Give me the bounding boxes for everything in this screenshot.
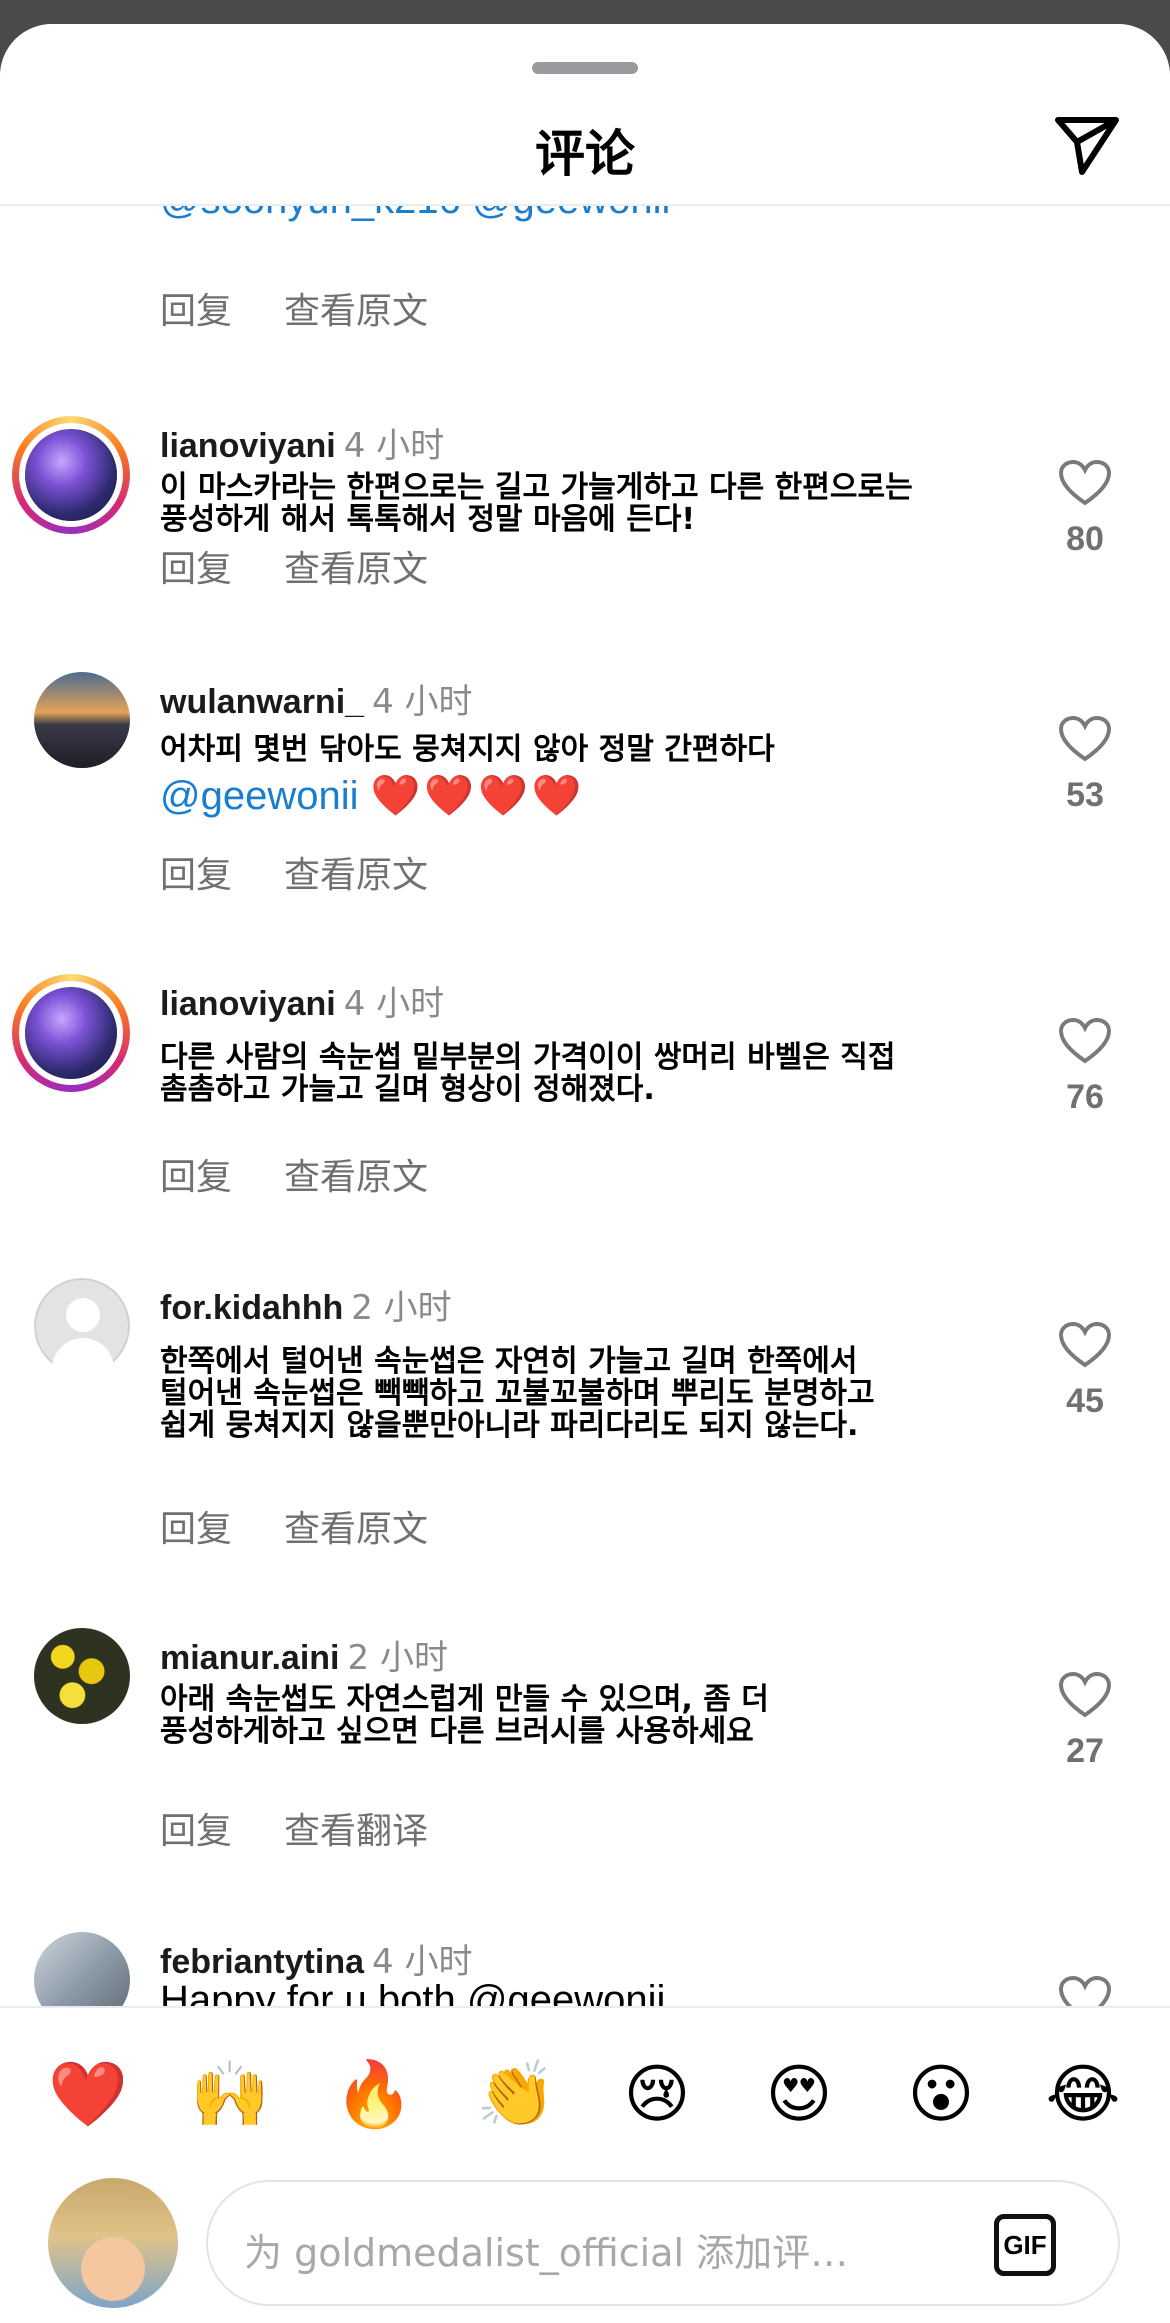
comment-actions: 回复 查看原文 — [160, 1148, 480, 1200]
like-count: 76 — [1066, 1078, 1104, 1116]
username[interactable]: lianoviyani — [160, 427, 336, 465]
gif-button[interactable]: GIF — [994, 2214, 1056, 2276]
comment-meta: mianur.aini 2 小时 — [160, 1630, 448, 1679]
timestamp: 4 小时 — [372, 1942, 473, 1982]
comment-actions: 回复 查看原文 — [160, 282, 480, 334]
current-user-avatar[interactable] — [48, 2178, 178, 2308]
avatar[interactable] — [34, 672, 130, 768]
emoji-fire-button[interactable]: 🔥 — [334, 2056, 414, 2134]
mention-link[interactable]: @soonyun_k216 @geewonii — [160, 206, 670, 223]
reply-button[interactable]: 回复 — [160, 1811, 232, 1852]
reply-button[interactable]: 回复 — [160, 855, 232, 896]
like-button[interactable] — [1055, 1976, 1115, 2006]
reply-button[interactable]: 回复 — [160, 1509, 232, 1550]
reply-button[interactable]: 回复 — [160, 549, 232, 590]
emoji-clap-button[interactable]: 👏 — [476, 2056, 556, 2134]
comment-composer: 为 goldmedalist_official 添加评… GIF — [0, 2166, 1170, 2323]
comment-input-placeholder: 为 goldmedalist_official 添加评… — [244, 2231, 849, 2275]
heart-icon — [1059, 460, 1111, 506]
view-translation-button[interactable]: 查看翻译 — [284, 1811, 428, 1852]
username[interactable]: febriantytina — [160, 1943, 364, 1981]
emoji-heart-button[interactable]: ❤️ — [48, 2056, 128, 2134]
comment-actions: 回复 查看翻译 — [160, 1802, 480, 1854]
avatar[interactable] — [34, 1278, 130, 1374]
header: 评论 — [0, 24, 1170, 206]
username[interactable]: wulanwarni_ — [160, 683, 364, 721]
emoji-heart-eyes-button[interactable]: 😍 — [760, 2056, 838, 2134]
comments-sheet: 评论 @soonyun_k216 @geewonii 回复查看原文 lianov… — [0, 24, 1170, 2323]
username[interactable]: for.kidahhh — [160, 1289, 343, 1327]
comment-actions: 回复 查看原文 — [160, 846, 480, 898]
timestamp: 2 小时 — [347, 1638, 448, 1678]
timestamp: 4 小时 — [343, 984, 445, 1024]
drag-handle[interactable] — [532, 62, 638, 74]
comment-input[interactable]: 为 goldmedalist_official 添加评… GIF — [206, 2180, 1120, 2306]
comment-actions: 回复 查看原文 — [160, 540, 480, 592]
username[interactable]: mianur.aini — [160, 1639, 340, 1677]
emoji-raised-hands-button[interactable]: 🙌 — [190, 2056, 270, 2134]
page-title: 评论 — [535, 125, 635, 183]
comment-text: 어차피 몇번 닦아도 뭉쳐지지 않아 정말 간편하다 — [160, 732, 775, 767]
comment-meta: wulanwarni_ 4 小时 — [160, 674, 473, 723]
comment-mention-line: @geewonii ❤️❤️❤️❤️ — [160, 772, 586, 819]
comment-actions: 回复 查看原文 — [160, 1500, 480, 1552]
heart-emojis: ❤️❤️❤️❤️ — [370, 774, 586, 818]
like-count: 27 — [1066, 1732, 1104, 1770]
heart-icon — [1059, 1976, 1111, 2006]
heart-icon — [1059, 716, 1111, 762]
view-original-button[interactable]: 查看原文 — [284, 1509, 428, 1550]
comment-list[interactable]: @soonyun_k216 @geewonii 回复查看原文 lianoviya… — [0, 206, 1170, 2006]
like-button[interactable]: 76 — [1055, 1018, 1115, 1117]
view-original-button[interactable]: 查看原文 — [284, 1157, 428, 1198]
comment-meta: lianoviyani 4 小时 — [160, 976, 444, 1025]
heart-icon — [1059, 1018, 1111, 1064]
like-count: 80 — [1066, 520, 1104, 558]
avatar[interactable] — [34, 1628, 130, 1724]
timestamp: 4 小时 — [343, 426, 445, 466]
view-original-button[interactable]: 查看原文 — [284, 855, 428, 896]
emoji-surprised-button[interactable]: 😮 — [902, 2056, 980, 2134]
heart-icon — [1059, 1322, 1111, 1368]
like-count: 45 — [1066, 1382, 1104, 1420]
like-button[interactable]: 45 — [1055, 1322, 1115, 1421]
view-original-button[interactable]: 查看原文 — [284, 291, 428, 332]
comment-meta: for.kidahhh 2 小时 — [160, 1280, 452, 1329]
emoji-crying-button[interactable]: 😢 — [618, 2056, 696, 2134]
username[interactable]: lianoviyani — [160, 985, 336, 1023]
timestamp: 2 小时 — [351, 1288, 452, 1328]
comment-meta: lianoviyani 4 小时 — [160, 418, 444, 467]
like-button[interactable]: 27 — [1055, 1672, 1115, 1771]
like-button[interactable]: 53 — [1055, 716, 1115, 815]
comment-text: Happy for u both @geewonii — [160, 1978, 666, 2006]
comment-text: 이 마스카라는 한편으로는 길고 가늘게하고 다른 한편으로는 풍성하게 해서 톡… — [160, 470, 913, 537]
mention-link[interactable]: @geewonii — [160, 774, 359, 818]
heart-icon — [1059, 1672, 1111, 1718]
comment-meta: febriantytina 4 小时 — [160, 1934, 473, 1983]
avatar[interactable] — [12, 416, 130, 534]
comment-text: 다른 사람의 속눈썹 밑부분의 가격이이 쌍머리 바벨은 직접 촘촘하고 가늘고 … — [160, 1040, 896, 1107]
like-count: 53 — [1066, 776, 1104, 814]
reply-button[interactable]: 回复 — [160, 291, 232, 332]
avatar[interactable] — [12, 974, 130, 1092]
view-original-button[interactable]: 查看原文 — [284, 549, 428, 590]
send-icon[interactable] — [1052, 108, 1122, 178]
reply-button[interactable]: 回复 — [160, 1157, 232, 1198]
like-button[interactable]: 80 — [1055, 460, 1115, 559]
timestamp: 4 小时 — [372, 682, 473, 722]
emoji-laughing-button[interactable]: 😂 — [1044, 2056, 1122, 2134]
avatar[interactable] — [34, 1932, 130, 2006]
comment-text: 아래 속눈썹도 자연스럽게 만들 수 있으며, 좀 더 풍성하게하고 싶으면 다른… — [160, 1682, 769, 1749]
comment-text: 한쪽에서 털어낸 속눈썹은 자연히 가늘고 길며 한쪽에서 털어낸 속눈썹은 빽빽… — [160, 1344, 875, 1443]
emoji-quick-bar: ❤️ 🙌 🔥 👏 😢 😍 😮 😂 — [0, 2006, 1170, 2166]
